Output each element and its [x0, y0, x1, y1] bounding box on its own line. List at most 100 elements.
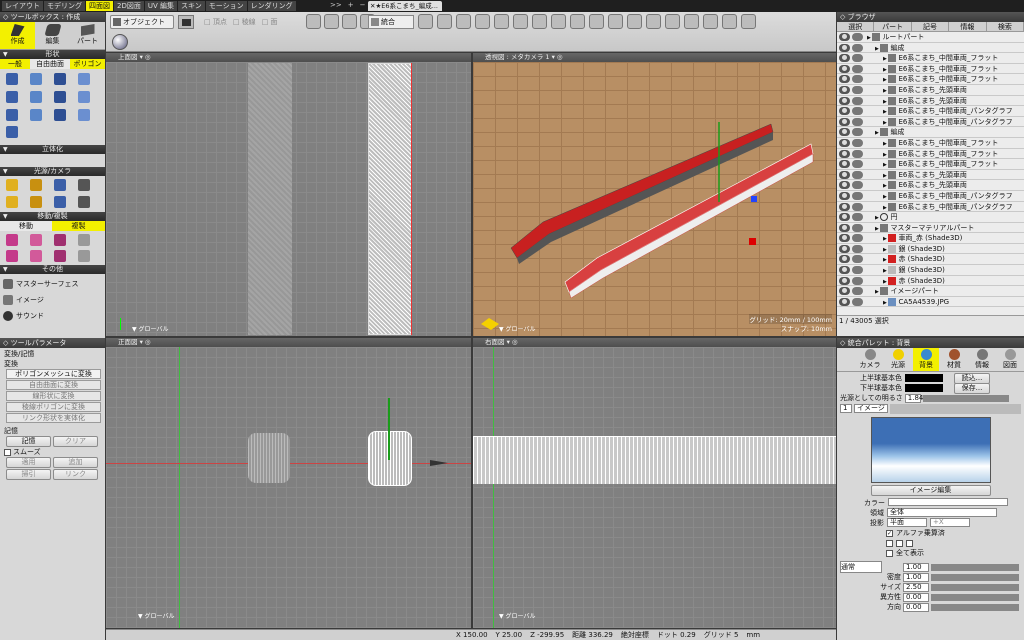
- master-surface-item[interactable]: マスターサーフェス: [3, 276, 102, 292]
- transform-button-1[interactable]: 自由曲面に変換: [6, 380, 101, 390]
- lock-icon[interactable]: [852, 85, 863, 94]
- memory-store-button[interactable]: 記憶: [6, 436, 51, 447]
- light-tool-3-icon[interactable]: [78, 179, 90, 191]
- layer-type-dropdown[interactable]: イメージ: [854, 404, 888, 413]
- shape-tool-1-icon[interactable]: [30, 73, 42, 85]
- tab-free-surface[interactable]: 自由曲面: [30, 59, 70, 69]
- view-tool-3-icon[interactable]: [475, 14, 490, 29]
- shape-tool-5-icon[interactable]: [30, 90, 42, 103]
- param-slider-4[interactable]: [931, 603, 1019, 611]
- tab-polygon[interactable]: ポリゴン: [70, 59, 105, 69]
- add-tab-button[interactable]: +: [348, 1, 354, 9]
- apply-button[interactable]: 適用: [6, 457, 51, 468]
- brightness-field[interactable]: 1.84: [904, 393, 923, 403]
- transform-button-4[interactable]: リンク形状を実体化: [6, 413, 101, 423]
- move-tool-1-icon[interactable]: [30, 234, 42, 246]
- visibility-eye-icon[interactable]: [839, 223, 850, 232]
- param-field-0[interactable]: 1.00: [903, 562, 929, 572]
- menu-tab-2[interactable]: 四面図: [86, 1, 113, 11]
- palette-tab-0[interactable]: カメラ: [857, 348, 883, 371]
- save-button[interactable]: 保存...: [954, 382, 990, 394]
- tab-move[interactable]: 移動: [0, 221, 52, 231]
- view-tool-17-icon[interactable]: [741, 14, 756, 29]
- browser-row[interactable]: ▶ E6系こまち_先頭車両: [837, 85, 1024, 96]
- transform-tool-0-icon[interactable]: [306, 14, 321, 29]
- browser-row[interactable]: ▶ E6系こまち_中間車両_フラット: [837, 74, 1024, 85]
- smooth-checkbox[interactable]: [4, 448, 11, 456]
- shape-tool-11-icon[interactable]: [78, 108, 90, 121]
- browser-tab-1[interactable]: パート: [874, 22, 912, 31]
- projection-axis-dropdown[interactable]: +X: [930, 518, 970, 527]
- move-tool-7-icon[interactable]: [78, 249, 90, 262]
- move-tool-6-icon[interactable]: [54, 249, 66, 262]
- visibility-eye-icon[interactable]: [839, 128, 850, 137]
- view-tool-16-icon[interactable]: [722, 14, 737, 29]
- visibility-eye-icon[interactable]: [839, 244, 850, 253]
- browser-row[interactable]: ▶ ルートパート: [837, 32, 1024, 43]
- lock-icon[interactable]: [852, 191, 863, 200]
- visibility-eye-icon[interactable]: [839, 117, 850, 126]
- brightness-slider[interactable]: [922, 394, 1009, 402]
- shape-tool-3-icon[interactable]: [78, 73, 90, 85]
- persp-z-handle[interactable]: [749, 238, 756, 245]
- lock-icon[interactable]: [852, 54, 863, 63]
- merge-dropdown[interactable]: 統合: [368, 15, 414, 29]
- alpha-checkbox[interactable]: ✓: [886, 529, 893, 537]
- object-mode-dropdown[interactable]: オブジェクト: [110, 15, 174, 29]
- minus-tab-button[interactable]: −: [360, 1, 366, 9]
- view-tool-13-icon[interactable]: [665, 14, 680, 29]
- visibility-eye-icon[interactable]: [839, 107, 850, 116]
- view-tool-9-icon[interactable]: [589, 14, 604, 29]
- layer-number-dropdown[interactable]: 1: [840, 404, 852, 413]
- lock-icon[interactable]: [852, 117, 863, 126]
- visibility-eye-icon[interactable]: [839, 266, 850, 275]
- view-tool-8-icon[interactable]: [570, 14, 585, 29]
- sweep-button[interactable]: 掃引: [6, 469, 51, 480]
- shape-tool-2-icon[interactable]: [54, 73, 66, 85]
- move-section-header[interactable]: 移動/複製: [0, 212, 105, 221]
- move-tool-5-icon[interactable]: [30, 249, 42, 262]
- browser-row[interactable]: ▶ 編成: [837, 43, 1024, 54]
- param-slider-0[interactable]: [931, 563, 1019, 571]
- browser-row[interactable]: ▶ 車両_赤 (Shade3D): [837, 233, 1024, 244]
- visibility-eye-icon[interactable]: [839, 234, 850, 243]
- browser-row[interactable]: ▶ E6系こまち_中間車両_フラット: [837, 159, 1024, 170]
- menu-tab-6[interactable]: モーション: [205, 1, 247, 11]
- view-tool-12-icon[interactable]: [646, 14, 661, 29]
- persp-global-label[interactable]: ▼ グローバル: [499, 324, 535, 333]
- view-tool-2-icon[interactable]: [456, 14, 471, 29]
- light-camera-section-header[interactable]: 光源/カメラ: [0, 167, 105, 176]
- lock-icon[interactable]: [852, 223, 863, 232]
- transform-button-2[interactable]: 線形状に変換: [6, 391, 101, 401]
- shape-tool-6-icon[interactable]: [54, 90, 66, 103]
- visibility-eye-icon[interactable]: [839, 43, 850, 52]
- lock-icon[interactable]: [852, 213, 863, 222]
- view-tool-11-icon[interactable]: [627, 14, 642, 29]
- param-field-3[interactable]: 0.00: [903, 592, 929, 602]
- browser-row[interactable]: ▶ マスターマテリアルパート: [837, 223, 1024, 234]
- browser-tab-0[interactable]: 選択: [837, 22, 875, 31]
- visibility-eye-icon[interactable]: [839, 276, 850, 285]
- visibility-eye-icon[interactable]: [839, 213, 850, 222]
- layer-tools[interactable]: [890, 404, 1021, 414]
- visibility-eye-icon[interactable]: [839, 191, 850, 200]
- light-tool-6-icon[interactable]: [54, 195, 66, 208]
- light-tool-5-icon[interactable]: [30, 195, 42, 208]
- view-tool-15-icon[interactable]: [703, 14, 718, 29]
- shape-tool-0-icon[interactable]: [6, 73, 18, 85]
- visibility-eye-icon[interactable]: [839, 160, 850, 169]
- sound-item[interactable]: サウンド: [3, 308, 102, 324]
- browser-row[interactable]: ▶ 円: [837, 212, 1024, 223]
- param-field-4[interactable]: 0.00: [903, 602, 929, 612]
- lock-icon[interactable]: [852, 234, 863, 243]
- browser-row[interactable]: ▶ E6系こまち_先頭車両: [837, 170, 1024, 181]
- browser-collapse-icon[interactable]: ◇: [840, 13, 848, 21]
- lock-icon[interactable]: [852, 149, 863, 158]
- browser-row[interactable]: ▶ E6系こまち_中間車両_パンタグラフ: [837, 202, 1024, 213]
- browser-row[interactable]: ▶ CA5A4539.JPG: [837, 297, 1024, 308]
- lock-icon[interactable]: [852, 244, 863, 253]
- right-global-label[interactable]: ▼ グローバル: [499, 611, 535, 620]
- visibility-eye-icon[interactable]: [839, 297, 850, 306]
- browser-row[interactable]: ▶ 赤 (Shade3D): [837, 254, 1024, 266]
- flip-h-checkbox[interactable]: [886, 539, 893, 547]
